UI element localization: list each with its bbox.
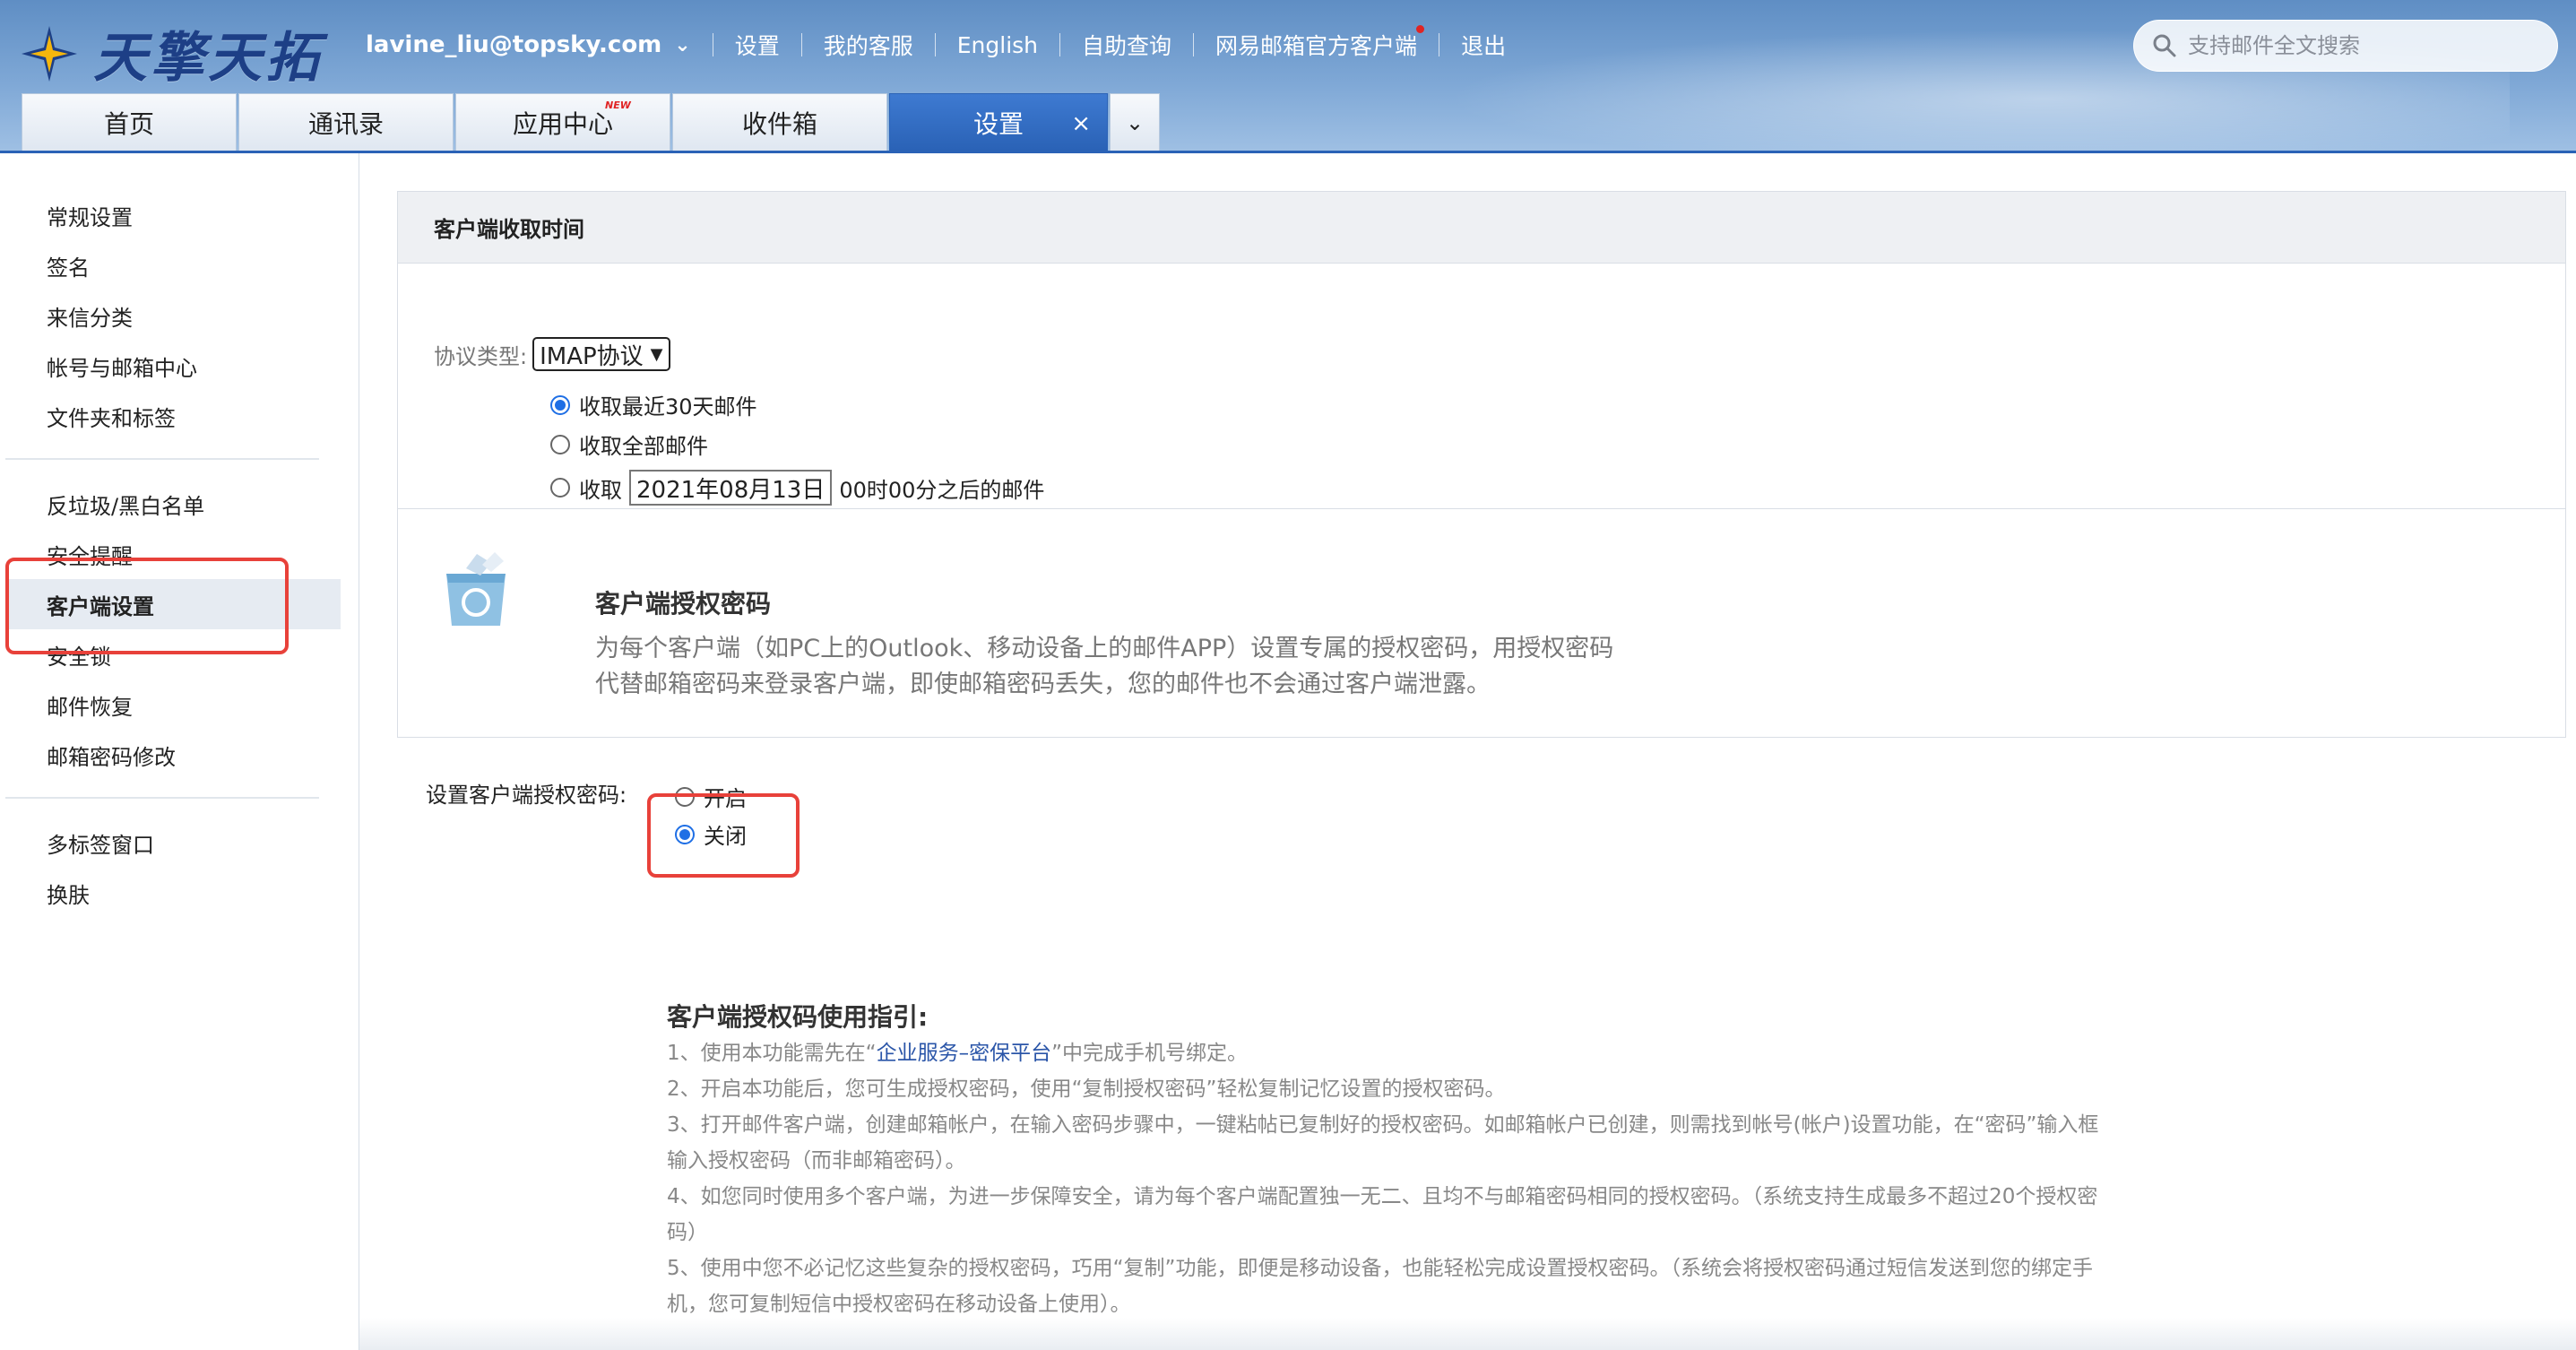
brand-logo[interactable]: 天擎天拓: [18, 14, 323, 92]
date-input[interactable]: 2021年08月13日: [629, 470, 833, 506]
guide-text: 1、使用本功能需先在“: [667, 1042, 877, 1065]
protocol-select[interactable]: IMAP协议 ▼: [532, 337, 670, 371]
chevron-down-icon: ▼: [650, 344, 663, 364]
security-platform-link[interactable]: 企业服务–密保平台: [877, 1042, 1052, 1065]
option-suffix: 00时00分之后的邮件: [839, 477, 1045, 503]
english-link[interactable]: English: [957, 32, 1038, 58]
option-recent-30-days[interactable]: 收取最近30天邮件: [550, 389, 757, 420]
tab-settings[interactable]: 设置 ×: [889, 93, 1108, 151]
guide-line-3: 3、打开邮件客户端，创建邮箱帐户，在输入密码步骤中，一键粘帖已复制好的授权密码。…: [667, 1113, 2099, 1173]
main-content: 客户端收取时间 协议类型: IMAP协议 ▼ 收取最近30天邮件 收取全部邮件 …: [359, 153, 2576, 1350]
logo-text: 天擎天拓: [93, 27, 323, 90]
option-since-date[interactable]: 收取 2021年08月13日 00时00分之后的邮件: [550, 470, 1044, 506]
sidebar-item-antispam[interactable]: 反垃圾/黑白名单: [47, 489, 204, 520]
nav-separator: [1059, 33, 1061, 56]
sidebar-item-general[interactable]: 常规设置: [47, 200, 133, 231]
guide-text: ”中完成手机号绑定。: [1051, 1042, 1248, 1065]
settings-link[interactable]: 设置: [735, 29, 780, 61]
sidebar-divider: [5, 797, 319, 799]
close-icon[interactable]: ×: [1071, 110, 1091, 137]
radio-recent-30-days[interactable]: [550, 394, 570, 415]
search-icon: [2153, 34, 2176, 57]
auth-setting-label-text: 设置客户端授权密码:: [426, 783, 627, 808]
guide-line-1: 1、使用本功能需先在“企业服务–密保平台”中完成手机号绑定。: [667, 1035, 2119, 1071]
tab-label: 设置: [972, 108, 1024, 139]
tab-home[interactable]: 首页: [22, 93, 237, 151]
option-label: 收取全部邮件: [579, 434, 708, 459]
notification-dot: [1416, 25, 1425, 33]
chevron-down-icon: ⌄: [1125, 109, 1145, 135]
search-input[interactable]: [2186, 32, 2548, 59]
radio-since-date[interactable]: [550, 478, 570, 498]
auth-password-title: 客户端授权密码: [595, 589, 772, 619]
protocol-label: 协议类型:: [434, 343, 528, 369]
official-client-label: 网易邮箱官方客户端: [1215, 33, 1418, 59]
settings-sidebar: 常规设置 签名 来信分类 帐号与邮箱中心 文件夹和标签 反垃圾/黑白名单 安全提…: [0, 153, 359, 1350]
self-service-link[interactable]: 自助查询: [1082, 29, 1171, 61]
sidebar-item-folders-tags[interactable]: 文件夹和标签: [47, 401, 176, 432]
sidebar-item-signature[interactable]: 签名: [47, 250, 90, 281]
account-email: lavine_liu@topsky.com: [366, 31, 662, 58]
protocol-value: IMAP协议: [540, 342, 644, 370]
option-all-mail[interactable]: 收取全部邮件: [550, 428, 708, 460]
logout-link[interactable]: 退出: [1461, 29, 1506, 61]
tab-label: 通讯录: [307, 108, 384, 139]
sidebar-item-mail-recovery[interactable]: 邮件恢复: [47, 689, 133, 721]
guide-title: 客户端授权码使用指引:: [667, 1002, 929, 1032]
sidebar-divider: [5, 458, 319, 460]
sidebar-item-multi-tab[interactable]: 多标签窗口: [47, 827, 154, 859]
sidebar-item-accounts[interactable]: 帐号与邮箱中心: [47, 350, 197, 382]
tab-label: 应用中心: [512, 108, 613, 139]
tab-inbox[interactable]: 收件箱: [672, 93, 887, 151]
account-menu[interactable]: lavine_liu@topsky.com ⌄: [366, 31, 691, 58]
main-tabs: 首页 通讯录 应用中心 NEW 收件箱 设置 × ⌄: [22, 93, 1162, 152]
client-auth-icon: [446, 552, 506, 626]
highlight-box-auth-off: [647, 793, 800, 878]
nav-separator: [800, 33, 802, 56]
protocol-row: 协议类型: IMAP协议 ▼: [434, 337, 670, 371]
sidebar-item-skin[interactable]: 换肤: [47, 878, 90, 909]
official-client-link[interactable]: 网易邮箱官方客户端: [1215, 25, 1425, 61]
tab-more-button[interactable]: ⌄: [1110, 93, 1160, 151]
tab-label: 收件箱: [741, 108, 817, 139]
option-label: 收取最近30天邮件: [579, 394, 757, 420]
auth-password-panel: 客户端授权密码 为每个客户端（如PC上的Outlook、移动设备上的邮件APP）…: [397, 508, 2566, 738]
guide-line-5: 5、使用中您不必记忆这些复杂的授权密码，巧用“复制”功能，即便是移动设备，也能轻…: [667, 1257, 2093, 1316]
auth-password-description: 为每个客户端（如PC上的Outlook、移动设备上的邮件APP）设置专属的授权密…: [595, 635, 1614, 698]
tab-contacts[interactable]: 通讯录: [238, 93, 454, 151]
guide-line-4: 4、如您同时使用多个客户端，为进一步保障安全，请为每个客户端配置独一无二、且均不…: [667, 1185, 2098, 1244]
customer-service-link[interactable]: 我的客服: [824, 29, 913, 61]
search-box: [2133, 20, 2558, 72]
new-badge: NEW: [605, 100, 631, 111]
tab-label: 首页: [103, 108, 154, 139]
tab-app-center[interactable]: 应用中心 NEW: [455, 93, 670, 151]
nav-separator: [1193, 33, 1195, 56]
radio-all-mail[interactable]: [550, 434, 570, 454]
option-label: 收取: [579, 477, 622, 503]
chevron-down-icon: ⌄: [674, 33, 691, 56]
guide-line-2: 2、开启本功能后，您可生成授权密码，使用“复制授权密码”轻松复制记忆设置的授权密…: [667, 1077, 1506, 1101]
sidebar-item-password-change[interactable]: 邮箱密码修改: [47, 740, 176, 771]
top-navigation: lavine_liu@topsky.com ⌄ 设置 我的客服 English …: [366, 25, 1506, 63]
nav-separator: [934, 33, 936, 56]
guide-content: 1、使用本功能需先在“企业服务–密保平台”中完成手机号绑定。 2、开启本功能后，…: [667, 1035, 2119, 1322]
receive-time-title: 客户端收取时间: [398, 192, 2565, 264]
auth-setting-label: 设置客户端授权密码:: [426, 777, 627, 809]
sidebar-item-mail-rules[interactable]: 来信分类: [47, 300, 133, 332]
top-header: 天擎天拓 lavine_liu@topsky.com ⌄ 设置 我的客服 Eng…: [0, 0, 2576, 152]
highlight-box-client-settings: [5, 558, 289, 654]
logo-star-icon: [22, 25, 77, 82]
bottom-fade: [359, 1318, 2576, 1350]
